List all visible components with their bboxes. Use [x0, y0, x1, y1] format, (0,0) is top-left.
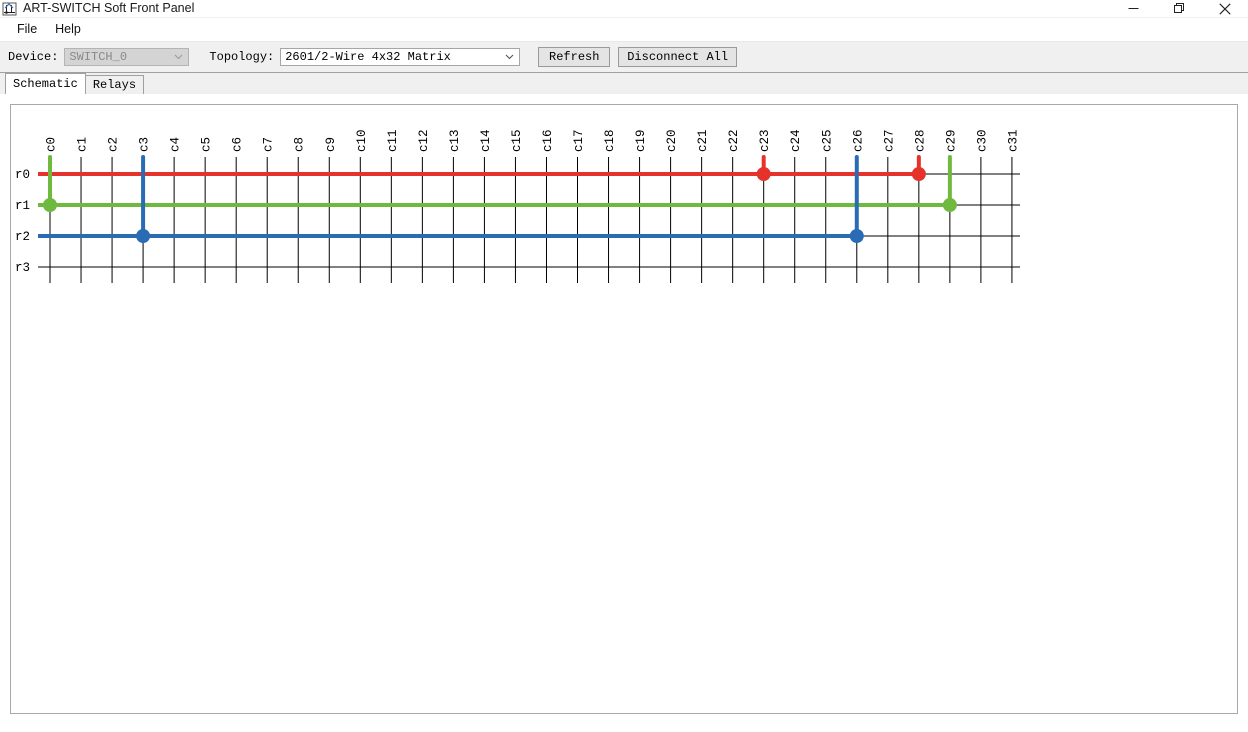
column-label-c21: c21	[696, 129, 710, 152]
connection-node-r2-c26[interactable]	[849, 229, 864, 243]
column-label-c30: c30	[975, 129, 989, 152]
tab-schematic[interactable]: Schematic	[5, 73, 86, 94]
topology-select-value: 2601/2-Wire 4x32 Matrix	[285, 50, 451, 64]
connection-node-r2-c3[interactable]	[136, 229, 151, 243]
window-controls	[1110, 0, 1248, 17]
topology-select[interactable]: 2601/2-Wire 4x32 Matrix	[280, 48, 521, 66]
chevron-down-icon	[174, 52, 183, 61]
column-label-c25: c25	[820, 129, 834, 152]
window-title: ART-SWITCH Soft Front Panel	[23, 1, 195, 15]
column-label-c24: c24	[789, 129, 803, 152]
column-label-c16: c16	[541, 129, 555, 152]
close-button[interactable]	[1202, 0, 1248, 17]
schematic-canvas[interactable]: r0 r1 r2 r3 c0 c1 c2 c3 c4 c5 c6 c7 c8 c9 c10 c11 c12 c13…	[11, 105, 1237, 713]
device-select-value: SWITCH_0	[69, 50, 128, 64]
tab-strip: Schematic Relays	[0, 73, 1248, 95]
column-label-c8: c8	[293, 137, 307, 152]
bus-lines	[38, 155, 952, 238]
column-label-c20: c20	[665, 129, 679, 152]
topology-label: Topology:	[209, 50, 275, 64]
menu-item-help[interactable]: Help	[46, 19, 90, 39]
column-label-c5: c5	[200, 137, 214, 152]
matrix-schematic[interactable]: r0 r1 r2 r3 c0 c1 c2 c3 c4 c5 c6 c7 c8 c9 c10 c11 c12 c13…	[11, 105, 1237, 713]
minimize-button[interactable]	[1110, 0, 1156, 17]
column-label-c2: c2	[107, 137, 121, 152]
column-label-c27: c27	[882, 129, 896, 152]
device-label: Device:	[8, 50, 59, 64]
schematic-panel: r0 r1 r2 r3 c0 c1 c2 c3 c4 c5 c6 c7 c8 c9 c10 c11 c12 c13…	[10, 104, 1238, 714]
column-label-c18: c18	[603, 129, 617, 152]
toolbar: Device: SWITCH_0 Topology: 2601/2-Wire 4…	[0, 41, 1248, 73]
column-label-c12: c12	[417, 129, 431, 152]
device-select[interactable]: SWITCH_0	[64, 48, 190, 66]
column-label-c19: c19	[634, 129, 648, 152]
column-label-c29: c29	[944, 129, 958, 152]
axis-labels: r0 r1 r2 r3 c0 c1 c2 c3 c4 c5 c6 c7 c8 c9 c10 c11 c12 c13…	[15, 129, 1020, 275]
column-label-c9: c9	[324, 137, 338, 152]
column-label-c14: c14	[479, 129, 493, 152]
connection-node-r0-c23[interactable]	[756, 167, 771, 181]
app-matrix-icon	[2, 1, 18, 17]
row-label-r2: r2	[15, 230, 30, 244]
column-label-c17: c17	[572, 129, 586, 152]
title-bar: ART-SWITCH Soft Front Panel	[0, 0, 1248, 18]
row-label-r1: r1	[15, 199, 30, 213]
column-label-c7: c7	[262, 137, 276, 152]
column-label-c28: c28	[913, 129, 927, 152]
refresh-button[interactable]: Refresh	[538, 47, 611, 67]
column-label-c15: c15	[510, 129, 524, 152]
column-label-c26: c26	[851, 129, 865, 152]
connection-node-r1-c0[interactable]	[43, 198, 57, 212]
column-label-c31: c31	[1006, 129, 1020, 152]
connection-node-r0-c28[interactable]	[911, 167, 926, 181]
column-label-c4: c4	[169, 137, 183, 152]
menu-bar: File Help	[0, 18, 1248, 41]
column-label-c13: c13	[448, 129, 462, 152]
column-label-c11: c11	[386, 129, 400, 152]
chevron-down-icon	[505, 52, 514, 61]
column-label-c10: c10	[355, 129, 369, 152]
column-label-c6: c6	[231, 137, 245, 152]
disconnect-all-button[interactable]: Disconnect All	[618, 47, 738, 67]
column-label-c3: c3	[138, 137, 152, 152]
column-label-c1: c1	[76, 137, 90, 152]
menu-item-file[interactable]: File	[8, 19, 46, 39]
column-label-c23: c23	[758, 129, 772, 152]
column-label-c22: c22	[727, 129, 741, 152]
restore-button[interactable]	[1156, 0, 1202, 17]
row-label-r0: r0	[15, 168, 30, 182]
column-label-c0: c0	[45, 137, 59, 152]
row-label-r3: r3	[15, 261, 30, 275]
tab-relays[interactable]: Relays	[84, 75, 145, 94]
connection-node-r1-c29[interactable]	[942, 198, 957, 212]
